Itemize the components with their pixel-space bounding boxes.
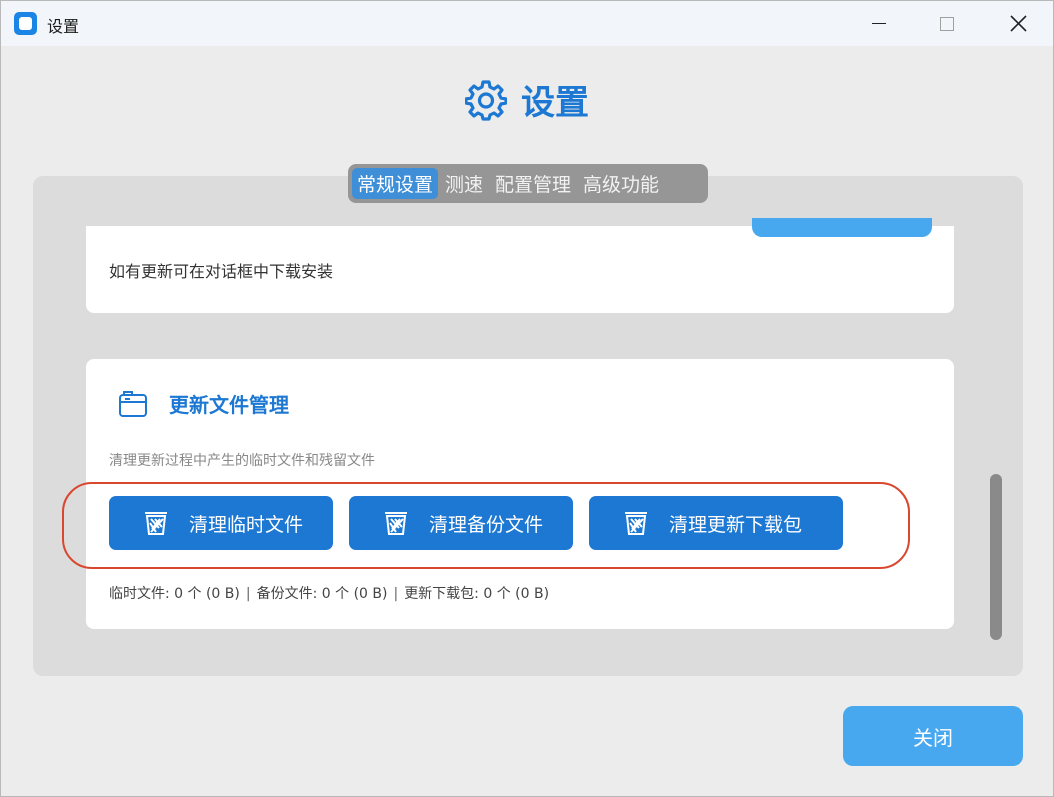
- section-description: 清理更新过程中产生的临时文件和残留文件: [109, 453, 375, 469]
- window-title: 设置: [47, 17, 80, 36]
- update-action-button[interactable]: [752, 218, 932, 237]
- tab-advanced-features[interactable]: 高级功能: [578, 168, 664, 199]
- page-title: 设置: [521, 83, 589, 123]
- scrollbar-thumb[interactable]: [990, 474, 1002, 640]
- close-button[interactable]: 关闭: [843, 706, 1023, 766]
- app-icon: [14, 12, 37, 35]
- tab-bar: 常规设置 测速 配置管理 高级功能: [348, 164, 708, 203]
- minimize-icon: [872, 23, 886, 24]
- section-title: 更新文件管理: [169, 393, 289, 417]
- close-icon: [1009, 15, 1027, 32]
- stats-separator: |: [245, 586, 251, 602]
- minimize-button[interactable]: [844, 1, 914, 46]
- temp-file-stats: 临时文件: 0 个 (0 B): [109, 586, 240, 602]
- settings-window: 设置 设置 常规设置 测速 配置管理 高级功能 如有更新可在对话框中下载安装 更…: [0, 0, 1054, 797]
- stats-separator: |: [393, 586, 399, 602]
- folder-icon: [119, 391, 147, 417]
- backup-file-stats: 备份文件: 0 个 (0 B): [256, 586, 388, 602]
- maximize-icon: [940, 16, 954, 31]
- package-file-stats: 更新下载包: 0 个 (0 B): [404, 586, 550, 602]
- tab-config-management[interactable]: 配置管理: [490, 168, 576, 199]
- gear-icon: [465, 79, 507, 121]
- title-bar[interactable]: 设置: [1, 1, 1053, 46]
- maximize-button[interactable]: [912, 1, 982, 46]
- window-close-button[interactable]: [983, 1, 1053, 46]
- file-stats: 临时文件: 0 个 (0 B) | 备份文件: 0 个 (0 B) | 更新下载包: 0…: [109, 583, 549, 603]
- update-description: 如有更新可在对话框中下载安装: [109, 262, 334, 281]
- page-header: 设置: [1, 75, 1053, 124]
- update-card: 如有更新可在对话框中下载安装: [86, 218, 954, 313]
- tab-general-settings[interactable]: 常规设置: [352, 168, 439, 199]
- highlight-annotation: [62, 482, 910, 569]
- tab-speed-test[interactable]: 测速: [440, 168, 488, 199]
